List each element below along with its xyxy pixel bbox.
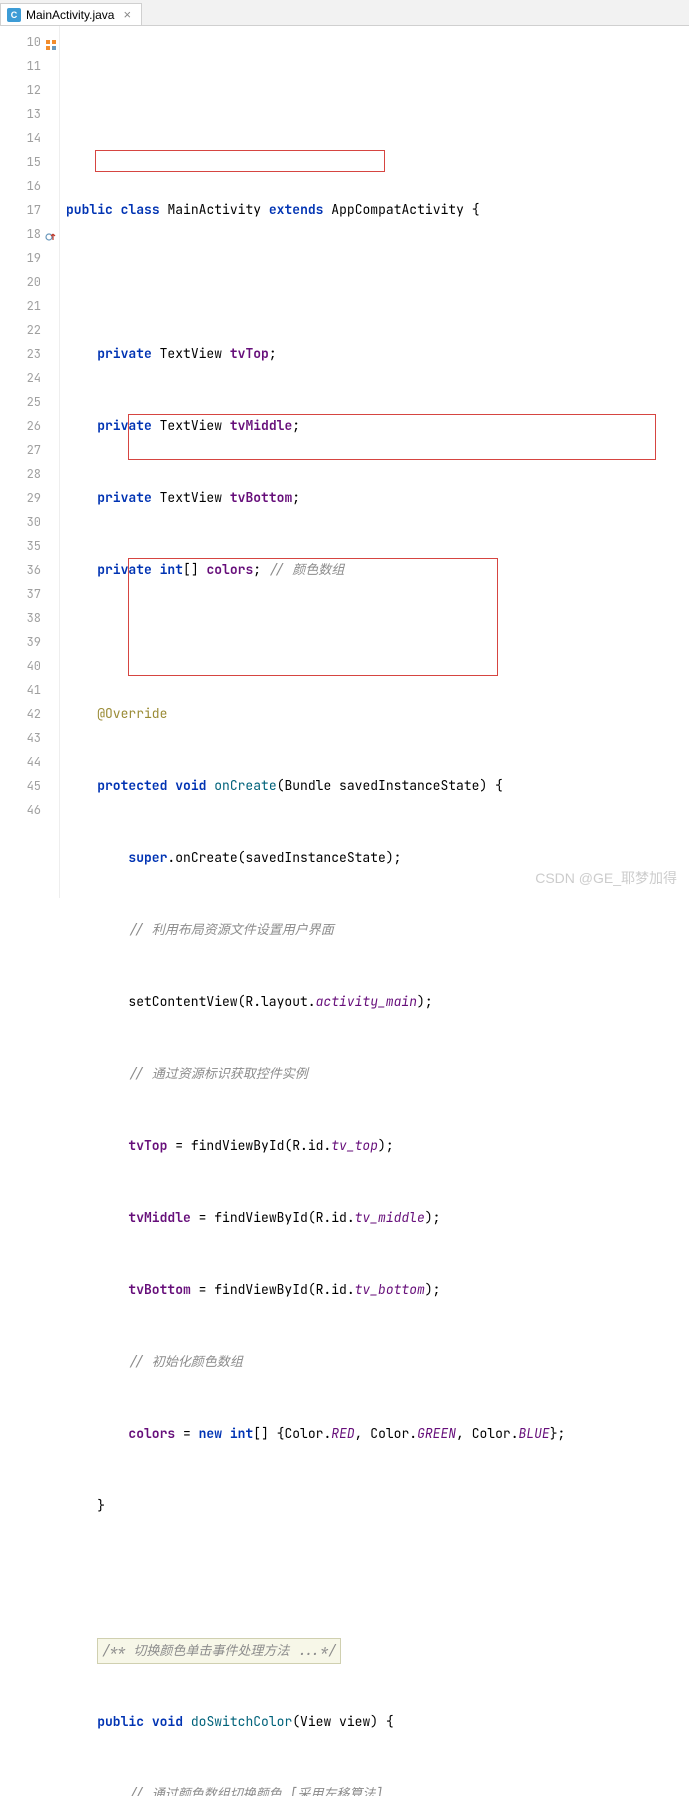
gutter-line: 35 bbox=[0, 534, 59, 558]
gutter-line: 44 bbox=[0, 750, 59, 774]
gutter-line: 29 bbox=[0, 486, 59, 510]
gutter-line: 26 bbox=[0, 414, 59, 438]
override-icon[interactable] bbox=[45, 227, 57, 239]
gutter-line: 20 bbox=[0, 270, 59, 294]
code-line: private TextView tvMiddle; bbox=[66, 414, 689, 438]
gutter-line: 22 bbox=[0, 318, 59, 342]
gutter-line: 39 bbox=[0, 630, 59, 654]
code-line bbox=[66, 1566, 689, 1590]
gutter-line: 24 bbox=[0, 366, 59, 390]
code-line: private int[] colors; // 颜色数组 bbox=[66, 558, 689, 582]
code-line: /** 切换颜色单击事件处理方法 ...*/ bbox=[66, 1638, 689, 1662]
code-line: colors = new int[] {Color.RED, Color.GRE… bbox=[66, 1422, 689, 1446]
gutter-line: 40 bbox=[0, 654, 59, 678]
gutter-line: 23 bbox=[0, 342, 59, 366]
code-line: tvBottom = findViewById(R.id.tv_bottom); bbox=[66, 1278, 689, 1302]
code-line bbox=[66, 270, 689, 294]
gutter-line: 43 bbox=[0, 726, 59, 750]
gutter-line: 42 bbox=[0, 702, 59, 726]
code-line: protected void onCreate(Bundle savedInst… bbox=[66, 774, 689, 798]
close-icon[interactable]: × bbox=[123, 7, 131, 22]
folded-javadoc[interactable]: /** 切换颜色单击事件处理方法 ...*/ bbox=[97, 1638, 341, 1664]
gutter-line: 18 bbox=[0, 222, 59, 246]
gutter-line: 25 bbox=[0, 390, 59, 414]
gutter-line: 13 bbox=[0, 102, 59, 126]
code-line: // 利用布局资源文件设置用户界面 bbox=[66, 918, 689, 942]
line-number-gutter: 10 11 12 13 14 15 16 17 18 19 20 21 22 2… bbox=[0, 26, 60, 898]
gutter-line: 38 bbox=[0, 606, 59, 630]
gutter-line: 36 bbox=[0, 558, 59, 582]
gutter-line: 14 bbox=[0, 126, 59, 150]
code-area[interactable]: public class MainActivity extends AppCom… bbox=[60, 26, 689, 898]
tab-bar: C MainActivity.java × bbox=[0, 0, 689, 26]
code-line: tvMiddle = findViewById(R.id.tv_middle); bbox=[66, 1206, 689, 1230]
gutter-line: 12 bbox=[0, 78, 59, 102]
highlight-box-colors-decl bbox=[95, 150, 385, 172]
gutter-line: 10 bbox=[0, 30, 59, 54]
code-line: // 初始化颜色数组 bbox=[66, 1350, 689, 1374]
gutter-line: 46 bbox=[0, 798, 59, 822]
code-line: // 通过颜色数组切换颜色 [采用左移算法] bbox=[66, 1782, 689, 1796]
code-line: // 通过资源标识获取控件实例 bbox=[66, 1062, 689, 1086]
editor: 10 11 12 13 14 15 16 17 18 19 20 21 22 2… bbox=[0, 26, 689, 898]
gutter-line: 41 bbox=[0, 678, 59, 702]
gutter-line: 28 bbox=[0, 462, 59, 486]
code-line: } bbox=[66, 1494, 689, 1518]
code-line bbox=[66, 630, 689, 654]
code-line: tvTop = findViewById(R.id.tv_top); bbox=[66, 1134, 689, 1158]
gutter-line: 21 bbox=[0, 294, 59, 318]
java-class-icon: C bbox=[7, 8, 21, 22]
tab-filename: MainActivity.java bbox=[26, 8, 114, 22]
gutter-line: 27 bbox=[0, 438, 59, 462]
gutter-line: 45 bbox=[0, 774, 59, 798]
structure-icon[interactable] bbox=[45, 35, 57, 47]
code-line: private TextView tvTop; bbox=[66, 342, 689, 366]
file-tab[interactable]: C MainActivity.java × bbox=[0, 3, 142, 25]
gutter-line: 19 bbox=[0, 246, 59, 270]
code-line: public void doSwitchColor(View view) { bbox=[66, 1710, 689, 1734]
code-line: private TextView tvBottom; bbox=[66, 486, 689, 510]
gutter-line: 37 bbox=[0, 582, 59, 606]
code-line: @Override bbox=[66, 702, 689, 726]
gutter-line: 11 bbox=[0, 54, 59, 78]
gutter-line: 17 bbox=[0, 198, 59, 222]
code-line: super.onCreate(savedInstanceState); bbox=[66, 846, 689, 870]
code-line: setContentView(R.layout.activity_main); bbox=[66, 990, 689, 1014]
gutter-line: 15 bbox=[0, 150, 59, 174]
gutter-line: 30 bbox=[0, 510, 59, 534]
code-line: public class MainActivity extends AppCom… bbox=[66, 198, 689, 222]
gutter-line: 16 bbox=[0, 174, 59, 198]
